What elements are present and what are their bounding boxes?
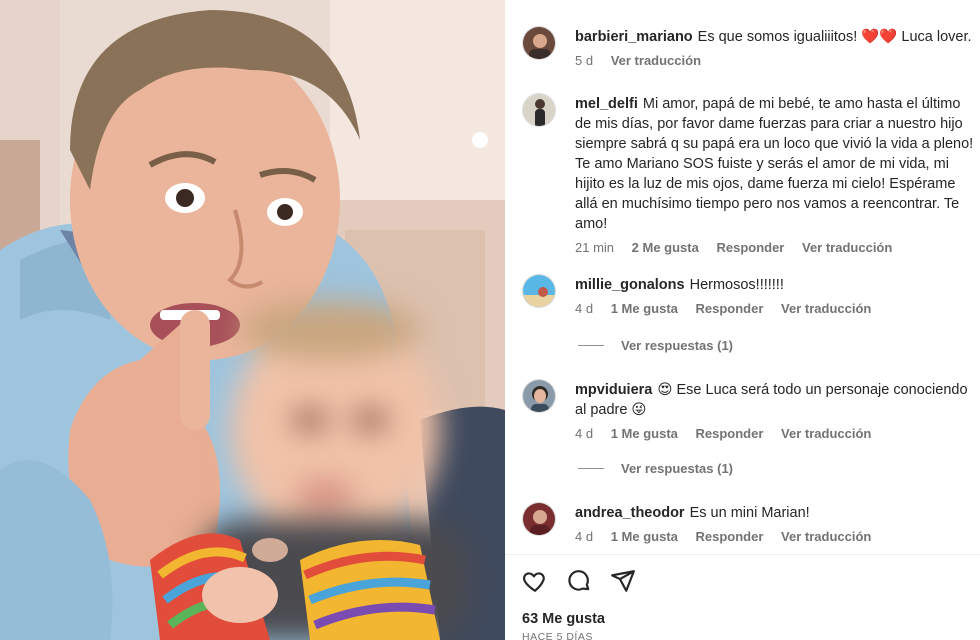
replies-line bbox=[578, 345, 604, 346]
avatar[interactable] bbox=[522, 26, 556, 60]
view-replies-label[interactable]: Ver respuestas (1) bbox=[621, 338, 733, 353]
translate-link[interactable]: Ver traducción bbox=[781, 301, 871, 316]
post-actions bbox=[522, 568, 636, 594]
reply-button[interactable]: Responder bbox=[696, 301, 764, 316]
post-photo bbox=[0, 0, 505, 640]
comment-text: Es que somos igualiiitos! ❤️❤️ Luca love… bbox=[697, 29, 972, 45]
replies-line bbox=[578, 468, 604, 469]
translate-link[interactable]: Ver traducción bbox=[781, 426, 871, 441]
divider bbox=[505, 554, 980, 555]
reply-button[interactable]: Responder bbox=[696, 426, 764, 441]
avatar[interactable] bbox=[522, 379, 556, 413]
reply-button[interactable]: Responder bbox=[716, 240, 784, 255]
comment-likes[interactable]: 1 Me gusta bbox=[611, 426, 678, 441]
comment-username[interactable]: millie_gonalons bbox=[575, 277, 685, 293]
post-likes-count[interactable]: 63 Me gusta bbox=[522, 611, 605, 627]
avatar[interactable] bbox=[522, 274, 556, 308]
heart-icon[interactable] bbox=[522, 568, 548, 594]
comment-time: 4 d bbox=[575, 529, 594, 544]
post-timestamp: HACE 5 DÍAS bbox=[522, 631, 593, 640]
comments-panel: barbieri_mariano Es que somos igualiiitos… bbox=[505, 0, 980, 640]
reply-button[interactable]: Responder bbox=[696, 529, 764, 544]
comment-username[interactable]: mel_delfi bbox=[575, 96, 638, 112]
view-replies-label[interactable]: Ver respuestas (1) bbox=[621, 461, 733, 476]
comment-text: Hermosos!!!!!!! bbox=[689, 277, 784, 293]
comment-time: 21 min bbox=[575, 240, 615, 255]
photo-illustration bbox=[0, 0, 505, 640]
comment-likes[interactable]: 1 Me gusta bbox=[611, 301, 678, 316]
comment-likes[interactable]: 1 Me gusta bbox=[611, 529, 678, 544]
view-replies-button[interactable]: Ver respuestas (1) bbox=[578, 338, 733, 353]
comment-icon[interactable] bbox=[566, 568, 592, 594]
share-icon[interactable] bbox=[610, 568, 636, 594]
comment-time: 4 d bbox=[575, 301, 594, 316]
comment-time: 5 d bbox=[575, 53, 594, 68]
comment-username[interactable]: barbieri_mariano bbox=[575, 29, 693, 45]
comment-time: 4 d bbox=[575, 426, 594, 441]
comment-text: Es un mini Marian! bbox=[689, 505, 810, 521]
comment-username[interactable]: mpviduiera bbox=[575, 382, 652, 398]
translate-link[interactable]: Ver traducción bbox=[781, 529, 871, 544]
avatar[interactable] bbox=[522, 502, 556, 536]
translate-link[interactable]: Ver traducción bbox=[611, 53, 701, 68]
comment-username[interactable]: andrea_theodor bbox=[575, 505, 685, 521]
view-replies-button[interactable]: Ver respuestas (1) bbox=[578, 461, 733, 476]
comment-likes[interactable]: 2 Me gusta bbox=[632, 240, 699, 255]
avatar[interactable] bbox=[522, 93, 556, 127]
translate-link[interactable]: Ver traducción bbox=[802, 240, 892, 255]
comment-text: Mi amor, papá de mi bebé, te amo hasta e… bbox=[575, 96, 974, 232]
